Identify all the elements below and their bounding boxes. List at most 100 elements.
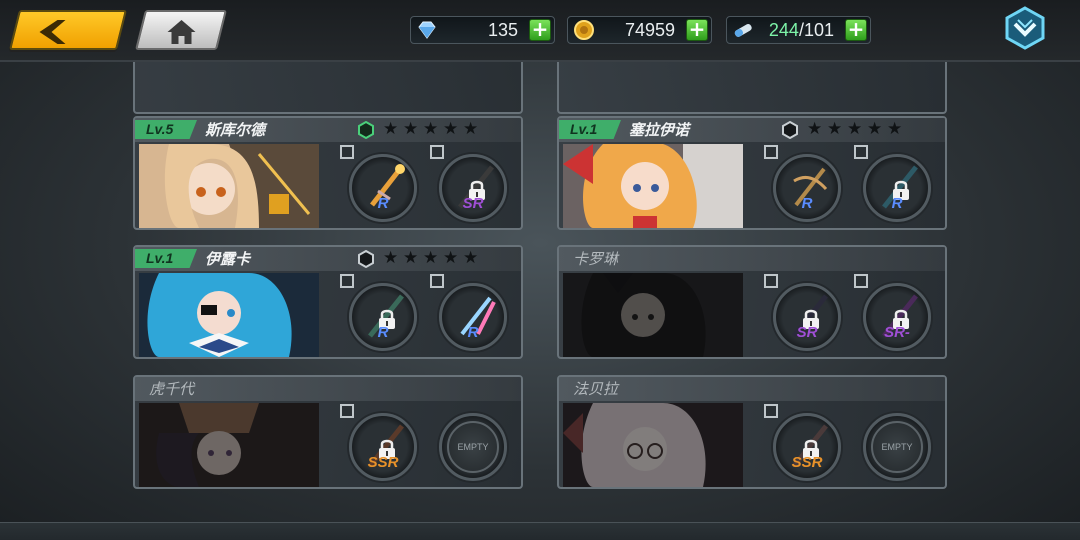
weapon-slot-locked[interactable]: R — [854, 145, 931, 222]
character-name: 斯库尔德 — [205, 121, 266, 139]
weapon-rank: R — [891, 195, 903, 212]
star-icon: ★ — [403, 248, 419, 268]
edit-slot-icon[interactable] — [854, 145, 868, 159]
add-diamonds-button[interactable]: + — [529, 19, 551, 41]
stamina-icon — [734, 24, 752, 37]
weapon-slot-locked[interactable]: SSR — [764, 404, 841, 481]
card-header: Lv.1 塞拉伊诺 ★ ★ ★ ★ ★ — [559, 118, 945, 142]
weapon-slot-locked[interactable]: SR- — [854, 274, 931, 351]
character-card-locked[interactable]: 卡罗琳 SR SR- — [557, 245, 947, 359]
rank-hex-icon — [358, 121, 374, 139]
weapon-rank: SR — [462, 195, 484, 212]
star-icon: ★ — [827, 119, 843, 139]
character-card-partial[interactable] — [557, 62, 947, 114]
star-icon: ★ — [887, 119, 903, 139]
star-icon: ★ — [383, 119, 399, 139]
home-icon — [167, 20, 196, 44]
edit-slot-icon[interactable] — [764, 145, 778, 159]
add-stamina-button[interactable]: + — [845, 19, 867, 41]
empty-slot-label: EMPTY — [447, 421, 499, 473]
character-name: 塞拉伊诺 — [629, 121, 690, 139]
chevron-down-menu-icon[interactable] — [1003, 6, 1047, 50]
stamina-current: 244 — [768, 20, 799, 40]
star-icon: ★ — [403, 119, 419, 139]
gold-coin-icon — [574, 20, 594, 40]
star-icon: ★ — [383, 248, 399, 268]
stamina-counter: 244/101 + — [726, 16, 871, 44]
card-header: Lv.1 伊露卡 ★ ★ ★ ★ ★ — [135, 247, 521, 271]
edit-slot-icon[interactable] — [854, 274, 868, 288]
star-icon: ★ — [443, 248, 459, 268]
star-icon: ★ — [867, 119, 883, 139]
level-badge: Lv.1 — [135, 249, 197, 268]
weapon-slot[interactable]: R — [764, 145, 841, 222]
star-icon: ★ — [443, 119, 459, 139]
stamina-count: 244/101 — [769, 20, 834, 41]
weapon-rank: R — [377, 324, 389, 341]
card-header: Lv.5 斯库尔德 ★ ★ ★ ★ ★ — [135, 118, 521, 142]
character-card-locked[interactable]: 虎千代 SSR EMPTY — [133, 375, 523, 489]
back-button[interactable] — [9, 10, 127, 50]
weapon-slot-locked[interactable]: SSR — [340, 404, 417, 481]
weapon-rank: SSR — [791, 454, 823, 471]
weapon-slot[interactable]: R — [430, 274, 507, 351]
character-card[interactable]: Lv.1 伊露卡 ★ ★ ★ ★ ★ R R — [133, 245, 523, 359]
character-portrait — [139, 144, 319, 228]
star-icon: ★ — [423, 119, 439, 139]
empty-slot-label: EMPTY — [871, 421, 923, 473]
add-gold-button[interactable]: + — [686, 19, 708, 41]
weapon-slot-locked[interactable]: R — [340, 274, 417, 351]
weapon-rank: R — [801, 195, 813, 212]
edit-slot-icon[interactable] — [430, 145, 444, 159]
character-portrait — [139, 403, 319, 487]
stamina-max: /101 — [798, 20, 834, 40]
card-header: 虎千代 — [135, 377, 521, 401]
edit-slot-icon[interactable] — [340, 274, 354, 288]
gold-counter: 74959 + — [567, 16, 712, 44]
weapon-slot[interactable]: R — [340, 145, 417, 222]
star-icon: ★ — [847, 119, 863, 139]
edit-slot-icon[interactable] — [340, 145, 354, 159]
weapon-rank: R — [377, 195, 389, 212]
rank-hex-icon — [358, 250, 374, 268]
back-arrow-icon — [39, 20, 66, 44]
rank-hex-icon — [782, 121, 798, 139]
weapon-rank: R — [467, 324, 479, 341]
character-portrait — [563, 144, 743, 228]
character-portrait — [563, 403, 743, 487]
card-header: 卡罗琳 — [559, 247, 945, 271]
level-badge: Lv.5 — [135, 120, 197, 139]
character-card[interactable]: Lv.5 斯库尔德 ★ ★ ★ ★ ★ R SR — [133, 116, 523, 230]
character-portrait — [563, 273, 743, 357]
character-portrait — [139, 273, 319, 357]
weapon-rank: SSR — [367, 454, 399, 471]
character-card[interactable]: Lv.1 塞拉伊诺 ★ ★ ★ ★ ★ R R — [557, 116, 947, 230]
edit-slot-icon[interactable] — [430, 274, 444, 288]
edit-slot-icon[interactable] — [764, 404, 778, 418]
star-icon: ★ — [423, 248, 439, 268]
edit-slot-icon[interactable] — [764, 274, 778, 288]
star-rating: ★ ★ ★ ★ ★ — [357, 121, 479, 139]
character-name: 卡罗琳 — [573, 250, 619, 268]
weapon-slot-locked[interactable]: SR — [430, 145, 507, 222]
level-badge: Lv.1 — [559, 120, 621, 139]
weapon-slot-empty[interactable]: EMPTY — [439, 413, 507, 481]
star-icon: ★ — [807, 119, 823, 139]
character-list[interactable]: Lv.5 斯库尔德 ★ ★ ★ ★ ★ R SR Lv.1 塞拉伊诺 ★ ★ ★… — [0, 62, 1080, 522]
weapon-slot-empty[interactable]: EMPTY — [863, 413, 931, 481]
star-rating: ★ ★ ★ ★ ★ — [357, 250, 479, 268]
star-icon: ★ — [463, 119, 479, 139]
weapon-rank: SR — [796, 324, 818, 341]
character-card-locked[interactable]: 法贝拉 SSR EMPTY — [557, 375, 947, 489]
character-name: 伊露卡 — [205, 250, 251, 268]
diamond-count: 135 — [487, 20, 518, 40]
weapon-slot-locked[interactable]: SR — [764, 274, 841, 351]
character-card-partial[interactable] — [133, 62, 523, 114]
home-button[interactable] — [135, 10, 227, 50]
gold-count: 74959 — [624, 20, 675, 40]
character-name: 虎千代 — [149, 380, 195, 398]
character-name: 法贝拉 — [573, 380, 619, 398]
diamond-icon — [418, 21, 436, 39]
card-header: 法贝拉 — [559, 377, 945, 401]
edit-slot-icon[interactable] — [340, 404, 354, 418]
